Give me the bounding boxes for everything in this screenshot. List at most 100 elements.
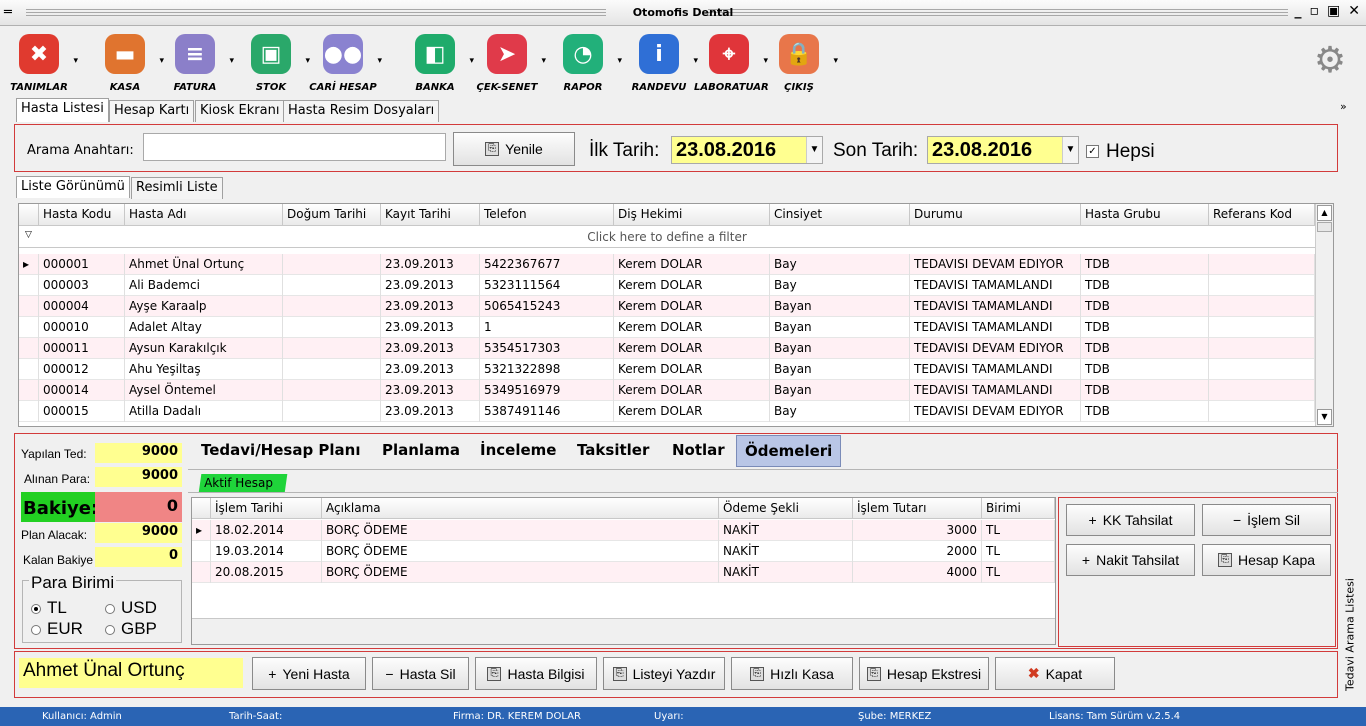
toolbar-button-cari̇-hesap[interactable]: ●● CARİ HESAP ▾ (308, 34, 382, 93)
tab-installments[interactable]: Taksitler (577, 441, 649, 459)
table-row[interactable]: 000014 Aysel Öntemel 23.09.2013 5349516979 K… (19, 380, 1315, 401)
tab-notes[interactable]: Notlar (672, 441, 725, 459)
table-row[interactable]: 000004 Ayşe Karaalp 23.09.2013 5065415243 Ke… (19, 296, 1315, 317)
table-row[interactable]: 000010 Adalet Altay 23.09.2013 1 Kerem DOLAR… (19, 317, 1315, 338)
column-header[interactable]: Diş Hekimi (614, 204, 770, 226)
column-header[interactable]: Referans Kod (1209, 204, 1315, 226)
maximize-icon[interactable]: ▣ (1327, 3, 1340, 19)
tab-active-account[interactable]: Aktif Hesap (198, 474, 288, 493)
column-header[interactable]: İşlem Tarihi (211, 498, 322, 519)
end-date-picker[interactable]: 23.08.2016 ▼ (927, 136, 1079, 164)
table-row[interactable]: ▸ 000001 Ahmet Ünal Ortunç 23.09.2013 542236… (19, 254, 1315, 275)
active-account-label: Aktif Hesap (204, 476, 273, 490)
toolbar-button-randevu[interactable]: i RANDEVU ▾ (624, 34, 698, 93)
column-header[interactable]: Hasta Kodu (39, 204, 125, 226)
dropdown-arrow-icon[interactable]: ▾ (229, 56, 234, 66)
end-date-value: 23.08.2016 (932, 139, 1033, 161)
tab-hasta-resim-dosyalari[interactable]: Hasta Resim Dosyaları (283, 100, 440, 122)
delete-transaction-button[interactable]: − İşlem Sil (1202, 504, 1331, 536)
column-header[interactable]: Kayıt Tarihi (381, 204, 480, 226)
minimize-icon[interactable]: _ (1295, 3, 1302, 19)
close-button[interactable]: ✖ Kapat (995, 657, 1115, 690)
table-row[interactable]: 000003 Ali Bademci 23.09.2013 5323111564 Ker… (19, 275, 1315, 296)
table-cell: NAKİT (719, 541, 853, 562)
column-header[interactable]: Açıklama (322, 498, 719, 519)
side-tab-treatment-search[interactable]: Tedavi Arama Listesi (1340, 578, 1360, 698)
table-cell (1209, 275, 1315, 296)
dropdown-arrow-icon[interactable]: ▾ (73, 56, 78, 66)
tab-treatment-plan[interactable]: Tedavi/Hesap Planı (201, 441, 361, 459)
patient-info-button[interactable]: ⎘ Hasta Bilgisi (475, 657, 597, 690)
table-cell: Kerem DOLAR (614, 296, 770, 317)
radio-eur[interactable]: EUR (31, 619, 83, 639)
new-patient-button[interactable]: + Yeni Hasta (252, 657, 366, 690)
toolbar-button-tanimlar[interactable]: ✖ TANIMLAR ▾ (4, 34, 78, 93)
grid-scrollbar[interactable]: ▲ ▼ (1315, 204, 1333, 426)
scroll-thumb[interactable] (1317, 222, 1332, 232)
quick-cash-button[interactable]: ⎘ Hızlı Kasa (731, 657, 853, 690)
dropdown-arrow-icon[interactable]: ▾ (833, 56, 838, 66)
collapse-arrow-icon[interactable]: » (1340, 100, 1347, 113)
column-header[interactable]: İşlem Tutarı (853, 498, 982, 519)
table-row[interactable]: 000012 Ahu Yeşiltaş 23.09.2013 5321322898 Ke… (19, 359, 1315, 380)
table-row[interactable]: ▸ 18.02.2014 BORÇ ÖDEME NAKİT 3000 TL (192, 520, 1055, 541)
toolbar-button-banka[interactable]: ◧ BANKA ▾ (400, 34, 474, 93)
toolbar-button-çikiş[interactable]: 🔒 ÇIKIŞ ▾ (764, 34, 838, 93)
dropdown-arrow-icon[interactable]: ▾ (617, 56, 622, 66)
tab-review[interactable]: İnceleme (480, 441, 556, 459)
table-row[interactable]: 20.08.2015 BORÇ ÖDEME NAKİT 4000 TL (192, 562, 1055, 583)
chevron-down-icon[interactable]: ▼ (1062, 137, 1078, 163)
payments-footer (192, 618, 1055, 644)
restore-icon[interactable]: ▫ (1310, 3, 1320, 19)
delete-patient-button[interactable]: − Hasta Sil (372, 657, 469, 690)
search-input[interactable] (143, 133, 446, 161)
close-account-button[interactable]: ⎘ Hesap Kapa (1202, 544, 1331, 576)
tab-image-list[interactable]: Resimli Liste (131, 177, 223, 199)
tab-list-view[interactable]: Liste Görünümü (16, 176, 130, 198)
tab-hasta-listesi[interactable]: Hasta Listesi (16, 98, 109, 122)
radio-tl[interactable]: TL (31, 598, 67, 618)
column-header[interactable]: Hasta Grubu (1081, 204, 1209, 226)
toolbar-button-laboratuar[interactable]: ⌖ LABORATUAR ▾ (694, 34, 769, 93)
column-header[interactable]: Birimi (982, 498, 1055, 519)
chevron-down-icon[interactable]: ▼ (806, 137, 822, 163)
table-row[interactable]: 000015 Atilla Dadalı 23.09.2013 5387491146 K… (19, 401, 1315, 422)
all-checkbox[interactable]: ✓ (1086, 145, 1099, 158)
table-row[interactable]: 000011 Aysun Karakılçık 23.09.2013 53545173… (19, 338, 1315, 359)
table-row[interactable]: 19.03.2014 BORÇ ÖDEME NAKİT 2000 TL (192, 541, 1055, 562)
toolbar-button-fatura[interactable]: ≡ FATURA ▾ (160, 34, 234, 93)
tab-planning[interactable]: Planlama (382, 441, 460, 459)
toolbar-button-çek-senet[interactable]: ➤ ÇEK-SENET ▾ (472, 34, 546, 93)
column-header[interactable]: Hasta Adı (125, 204, 283, 226)
table-cell: TDB (1081, 338, 1209, 359)
toolbar-button-stok[interactable]: ▣ STOK ▾ (236, 34, 310, 93)
filter-row[interactable]: ▽ Click here to define a filter (19, 226, 1315, 248)
column-header[interactable]: Doğum Tarihi (283, 204, 381, 226)
radio-tl-label: TL (47, 598, 67, 617)
toolbar-button-rapor[interactable]: ◔ RAPOR ▾ (548, 34, 622, 93)
scroll-down-icon[interactable]: ▼ (1317, 409, 1332, 425)
column-header[interactable]: Durumu (910, 204, 1081, 226)
column-header[interactable]: Ödeme Şekli (719, 498, 853, 519)
column-header[interactable]: Telefon (480, 204, 614, 226)
tab-payments[interactable]: Ödemeleri (736, 435, 842, 467)
column-header[interactable]: Cinsiyet (770, 204, 910, 226)
table-cell: 000015 (39, 401, 125, 422)
scroll-up-icon[interactable]: ▲ (1317, 205, 1332, 221)
radio-usd[interactable]: USD (105, 598, 157, 618)
radio-gbp[interactable]: GBP (105, 619, 157, 639)
dropdown-arrow-icon[interactable]: ▾ (541, 56, 546, 66)
close-icon[interactable]: ✕ (1348, 3, 1360, 19)
toolbar-button-kasa[interactable]: ▬ KASA ▾ (90, 34, 164, 93)
radio-icon (31, 625, 41, 635)
dropdown-arrow-icon[interactable]: ▾ (377, 56, 382, 66)
tab-hesap-karti[interactable]: Hesap Kartı (109, 100, 195, 122)
tab-kiosk-ekrani[interactable]: Kiosk Ekranı (195, 100, 285, 122)
refresh-button[interactable]: ⎘ Yenile (453, 132, 575, 166)
account-statement-button[interactable]: ⎘ Hesap Ekstresi (859, 657, 989, 690)
print-list-button[interactable]: ⎘ Listeyi Yazdır (603, 657, 725, 690)
kk-collect-button[interactable]: + KK Tahsilat (1066, 504, 1195, 536)
settings-gear-icon[interactable]: ⚙ (1310, 40, 1350, 84)
start-date-picker[interactable]: 23.08.2016 ▼ (671, 136, 823, 164)
cash-collect-button[interactable]: + Nakit Tahsilat (1066, 544, 1195, 576)
